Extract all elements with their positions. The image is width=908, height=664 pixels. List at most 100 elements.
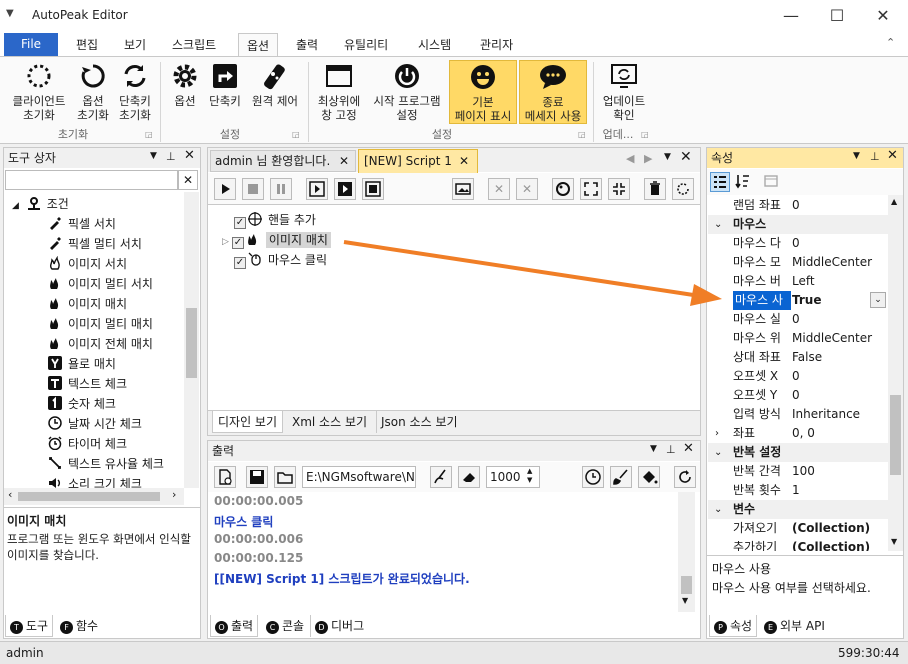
list-item[interactable]: 숫자 체크 [48, 394, 116, 414]
tab-options[interactable]: 옵션 [238, 33, 279, 57]
minimize-button[interactable]: — [768, 0, 814, 32]
dropdown-icon[interactable]: ▼ [150, 151, 157, 161]
property-row[interactable]: 오프셋 Y0 [708, 386, 888, 405]
alphabetical-button[interactable] [734, 172, 754, 192]
property-pages-button[interactable] [762, 172, 782, 192]
show-basic-page-button[interactable]: 기본 페이지 표시 [449, 60, 517, 124]
run-button[interactable] [214, 178, 236, 200]
list-item[interactable]: 욜로 매치 [48, 354, 116, 374]
script-node[interactable]: ✓ 핸들 추가 [234, 210, 316, 230]
exit-message-button[interactable]: 종료 메세지 사용 [519, 60, 587, 124]
client-reset-button[interactable]: 클라이언트 초기화 [6, 62, 72, 122]
list-item[interactable]: 이미지 멀티 서치 [48, 274, 153, 294]
dropdown-icon[interactable]: ▼ [853, 151, 860, 161]
refresh-output-button[interactable] [674, 466, 696, 488]
close-icon[interactable]: ✕ [887, 148, 898, 163]
tab-view[interactable]: 보기 [124, 36, 146, 53]
tab-json-view[interactable]: Json 소스 보기 [376, 411, 462, 433]
run-from-button[interactable] [334, 178, 356, 200]
list-item[interactable]: 날짜 시간 체크 [48, 414, 142, 434]
save-button[interactable] [246, 466, 268, 488]
property-row-selected[interactable]: 마우스 사 True ⌄ [708, 291, 888, 310]
image-button[interactable] [452, 178, 474, 200]
list-item[interactable]: 타이머 체크 [48, 434, 127, 454]
property-row[interactable]: 반복 간격 100 [708, 462, 888, 481]
dialog-launcher-icon[interactable]: ◲ [292, 130, 300, 139]
list-item[interactable]: 이미지 전체 매치 [48, 334, 153, 354]
delete-all-button[interactable]: ✕ [516, 178, 538, 200]
tab-system[interactable]: 시스템 [418, 36, 451, 53]
run-step-button[interactable] [306, 178, 328, 200]
property-row[interactable]: 마우스 위 MiddleCenter [708, 329, 888, 348]
expand-button[interactable] [580, 178, 602, 200]
property-row[interactable]: 가져오기 (Collection) [708, 519, 888, 538]
list-item[interactable]: 소리 크기 체크 [48, 474, 142, 488]
stop-button[interactable] [242, 178, 264, 200]
close-tab-icon[interactable]: ✕ [459, 150, 469, 172]
collapse-button[interactable] [608, 178, 630, 200]
tab-external-api[interactable]: E 외부 API [760, 615, 829, 637]
collapse-icon[interactable]: ⌄ [714, 500, 722, 519]
output-scrollbar[interactable]: ▼ [678, 492, 695, 612]
shortcut-button[interactable]: 단축키 [204, 62, 246, 108]
checkbox[interactable]: ✓ [234, 257, 246, 269]
tab-debugger[interactable]: D 디버그 [310, 615, 368, 637]
update-check-button[interactable]: 업데이트 확인 [597, 62, 651, 122]
clean-button[interactable] [430, 466, 452, 488]
maximize-button[interactable]: ☐ [814, 0, 860, 32]
property-row[interactable]: 마우스 다0 [708, 234, 888, 253]
stepper-icon[interactable]: ▲ ▼ [527, 467, 532, 485]
shortcut-reset-button[interactable]: 단축키 초기화 [114, 62, 156, 122]
list-item[interactable]: 이미지 매치 [48, 294, 127, 314]
list-item[interactable]: 텍스트 체크 [48, 374, 127, 394]
run-selected-button[interactable] [362, 178, 384, 200]
list-item[interactable]: 이미지 멀티 매치 [48, 314, 153, 334]
pin-icon[interactable]: ⊥ [870, 150, 880, 163]
tab-design-view[interactable]: 디자인 보기 [212, 411, 284, 433]
property-row[interactable]: 랜덤 좌표 0 [708, 196, 888, 215]
save-log-button[interactable] [214, 466, 236, 488]
capture-button[interactable] [552, 178, 574, 200]
collapse-icon[interactable]: ⌄ [714, 443, 722, 462]
property-row[interactable]: 반복 횟수 1 [708, 481, 888, 500]
list-item[interactable]: 이미지 서치 [48, 254, 127, 274]
list-item[interactable]: 픽셀 멀티 서치 [48, 234, 142, 254]
property-row[interactable]: 마우스 모 MiddleCenter [708, 253, 888, 272]
time-button[interactable] [582, 466, 604, 488]
options-button[interactable]: 옵션 [166, 62, 204, 108]
tab-edit[interactable]: 편집 [76, 36, 98, 53]
dropdown-icon[interactable]: ⌄ [870, 292, 886, 308]
tab-function[interactable]: F 함수 [56, 615, 102, 637]
tab-xml-view[interactable]: Xml 소스 보기 [288, 411, 371, 433]
dialog-launcher-icon[interactable]: ◲ [578, 130, 586, 139]
tab-utility[interactable]: 유틸리티 [344, 36, 388, 53]
dropdown-icon[interactable]: ▼ [664, 152, 671, 162]
option-reset-button[interactable]: 옵션 초기화 [72, 62, 114, 122]
tab-console[interactable]: C 콘솔 [262, 615, 308, 637]
property-scrollbar[interactable]: ▲ ▼ [888, 195, 903, 551]
tab-output[interactable]: 출력 [296, 36, 318, 53]
tab-tool[interactable]: T 도구 [5, 615, 54, 637]
script-node[interactable]: ✓ 마우스 클릭 [234, 250, 327, 270]
tab-script-1[interactable]: [NEW] Script 1 ✕ [358, 149, 478, 173]
reload-button[interactable] [672, 178, 694, 200]
checkbox[interactable]: ✓ [234, 217, 246, 229]
script-node-selected[interactable]: ▷ ✓ 이미지 매치 [222, 230, 331, 250]
toolbox-scrollbar[interactable] [184, 192, 199, 488]
expand-icon[interactable]: ◢ [12, 201, 19, 211]
property-row[interactable]: 오프셋 X0 [708, 367, 888, 386]
property-category-variable[interactable]: ⌄ 변수 [708, 500, 888, 519]
pin-icon[interactable]: ⊥ [166, 150, 176, 163]
tree-category[interactable]: ◢ 조건 [12, 194, 69, 214]
clear-search-icon[interactable]: ✕ [178, 170, 198, 190]
log-path-input[interactable]: E:\NGMsoftware\NG [302, 466, 416, 488]
expand-icon[interactable]: ▷ [222, 237, 229, 247]
scroll-left-icon[interactable]: ◀ [626, 152, 634, 165]
property-row[interactable]: 상대 좌표 False [708, 348, 888, 367]
property-category-repeat[interactable]: ⌄ 반복 설정 [708, 443, 888, 462]
pause-button[interactable] [270, 178, 292, 200]
brush-button[interactable] [610, 466, 632, 488]
property-row[interactable]: 마우스 실0 [708, 310, 888, 329]
eraser-button[interactable] [458, 466, 480, 488]
close-icon[interactable]: ✕ [683, 441, 694, 456]
